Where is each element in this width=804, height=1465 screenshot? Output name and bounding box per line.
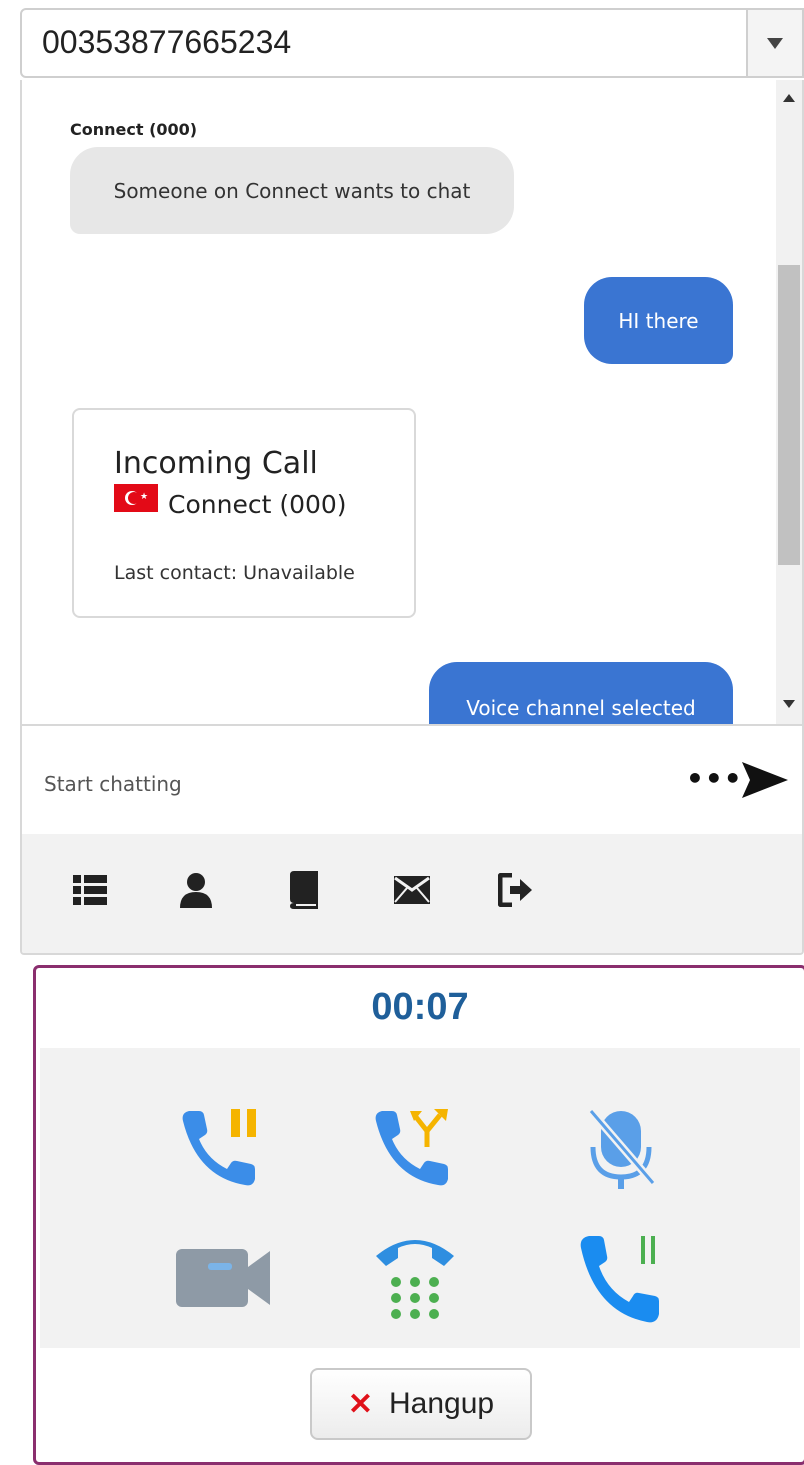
turkey-flag-icon: ★ <box>114 483 158 512</box>
incoming-call-card[interactable]: Incoming Call ★ Connect (000) Last conta… <box>72 408 416 618</box>
message-scrollbar[interactable] <box>776 80 802 724</box>
outgoing-message-bubble: HI there <box>584 277 733 364</box>
transfer-call-icon[interactable] <box>360 1093 470 1203</box>
scroll-up-icon[interactable] <box>783 94 795 102</box>
phone-number-select[interactable]: 00353877665234 <box>20 8 804 78</box>
chevron-down-icon <box>767 37 783 49</box>
list-icon[interactable] <box>68 868 112 912</box>
active-call-panel: 00:07 ✕ Hangup <box>33 965 804 1465</box>
call-card-last-contact: Last contact: Unavailable <box>114 562 355 584</box>
book-icon[interactable] <box>284 868 328 912</box>
chat-toolbar <box>22 834 802 953</box>
chat-panel: Connect (000) Someone on Connect wants t… <box>20 80 804 955</box>
incoming-message-bubble: Someone on Connect wants to chat <box>70 147 514 234</box>
call-controls <box>40 1048 800 1348</box>
envelope-icon[interactable] <box>390 868 434 912</box>
dialpad-icon[interactable] <box>360 1223 470 1333</box>
hangup-button[interactable]: ✕ Hangup <box>310 1368 532 1440</box>
call-card-caller: ★ Connect (000) <box>114 483 347 519</box>
message-list: Connect (000) Someone on Connect wants t… <box>22 80 802 724</box>
send-icon[interactable] <box>740 758 790 807</box>
chat-input[interactable] <box>42 748 646 820</box>
more-options-icon[interactable]: ••• <box>686 762 743 795</box>
call-card-caller-name: Connect (000) <box>168 490 347 519</box>
video-camera-icon[interactable] <box>167 1223 277 1333</box>
hold-call-icon[interactable] <box>167 1093 277 1203</box>
incoming-sender-name: Connect (000) <box>70 120 198 139</box>
mute-microphone-icon[interactable] <box>566 1093 676 1203</box>
chat-composer: ••• <box>22 724 802 836</box>
logout-icon[interactable] <box>494 868 538 912</box>
contact-icon[interactable] <box>174 868 218 912</box>
close-icon: ✕ <box>347 1387 374 1421</box>
scrollbar-thumb[interactable] <box>778 265 800 565</box>
call-timer: 00:07 <box>371 986 469 1028</box>
call-card-title: Incoming Call <box>114 446 318 481</box>
phone-number-value: 00353877665234 <box>42 24 292 60</box>
dropdown-button[interactable] <box>746 10 802 76</box>
outgoing-message-bubble: Voice channel selected <box>429 662 733 724</box>
hangup-label: Hangup <box>389 1387 495 1420</box>
scroll-down-icon[interactable] <box>783 700 795 708</box>
resume-call-icon[interactable] <box>566 1223 676 1333</box>
